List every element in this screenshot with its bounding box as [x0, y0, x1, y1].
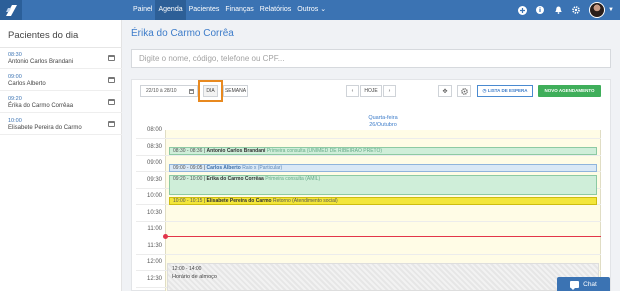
top-navbar: Painel Agenda Pacientes Finanças Relatór… [0, 0, 620, 20]
nav-financas[interactable]: Finanças [222, 0, 256, 20]
hour-label: 12:00 [146, 259, 162, 265]
lunch-time: 12:00 - 14:00 [172, 266, 202, 272]
day-view-highlight: DIA [198, 80, 223, 102]
new-appointment-button[interactable]: NOVO AGENDAMENTO [538, 85, 601, 97]
appointment-description: Primeira consulta (UNIMED DE RIBEIRÃO PR… [266, 148, 383, 154]
nav-relatorios[interactable]: Relatórios [257, 0, 295, 20]
patient-time: 09:00 [8, 74, 22, 80]
chevron-down-icon[interactable]: ▼ [608, 7, 614, 13]
move-icon: ✥ [442, 88, 448, 95]
list-item[interactable]: 10:00 Elisabete Pereira do Carmo [0, 114, 122, 135]
grid-line [136, 155, 601, 156]
week-view-button[interactable]: SEMANA [223, 85, 248, 97]
calendar-icon[interactable] [108, 99, 115, 105]
patient-search-input[interactable] [131, 49, 611, 68]
gear-icon [460, 87, 468, 95]
appointment-time: 10:00 - 10:15 [173, 198, 203, 204]
calendar-icon[interactable] [108, 77, 115, 83]
hour-label: 12:30 [146, 276, 162, 282]
lunch-label: Horário de almoço [172, 274, 217, 280]
hour-label: 11:30 [147, 243, 162, 249]
today-button[interactable]: HOJE [360, 85, 382, 97]
calendar-icon[interactable] [108, 55, 115, 61]
patient-time: 10:00 [8, 118, 22, 124]
nav-pacientes[interactable]: Pacientes [186, 0, 223, 20]
appointment[interactable]: 09:20 - 10:00 | Érika do Carmo Corrêaa P… [169, 175, 597, 195]
list-item[interactable]: 09:20 Érika do Carmo Corrêaa [0, 92, 122, 113]
calendar-icon[interactable] [108, 121, 115, 127]
appointment-patient: Antonio Carlos Brandani [206, 148, 266, 154]
nav-outros[interactable]: Outros ⌄ [294, 0, 329, 20]
patients-sidebar: Pacientes do dia 08:30 Antonio Carlos Br… [0, 20, 122, 291]
list-item[interactable]: 08:30 Antonio Carlos Brandani [0, 48, 122, 69]
chat-label: Chat [583, 280, 597, 288]
appointment-time: 08:30 - 08:36 [173, 148, 203, 154]
hour-label: 09:00 [146, 160, 162, 166]
date-label: 26/Outubro [369, 122, 397, 128]
settings-button[interactable] [457, 85, 471, 97]
appointment[interactable]: 10:00 - 10:15 | Elisabete Pereira do Car… [169, 197, 597, 205]
date-range-field[interactable]: 22/10 à 28/10 [140, 85, 198, 97]
app-logo[interactable] [0, 0, 22, 20]
bell-icon[interactable] [549, 0, 567, 20]
gear-icon[interactable] [567, 0, 585, 20]
appointment[interactable]: 09:00 - 09:05 | Carlos Alberto Raio x (P… [169, 164, 597, 172]
patient-name: Érika do Carmo Corrêaa [8, 103, 74, 109]
hour-label: 09:30 [146, 177, 162, 183]
hour-label: 10:30 [146, 210, 162, 216]
appointment-patient: Elisabete Pereira do Carmo [206, 198, 272, 204]
next-button[interactable]: › [383, 85, 396, 97]
prev-button[interactable]: ‹ [346, 85, 359, 97]
clock-icon: ◷ [482, 88, 487, 93]
patient-name: Elisabete Pereira do Carmo [8, 125, 82, 131]
waiting-list-button[interactable]: ◷ LISTA DE ESPERA [477, 85, 533, 97]
appointment-time: 09:00 - 09:05 [173, 165, 203, 171]
chat-bubble-icon [570, 280, 580, 290]
page-title: Érika do Carmo Corrêa [131, 28, 234, 39]
chevron-down-icon: ⌄ [320, 6, 327, 13]
add-circle-icon[interactable] [513, 0, 531, 20]
patient-time: 09:20 [8, 96, 22, 102]
appointment-description: Primeira consulta (AMIL) [265, 176, 321, 182]
nav-painel[interactable]: Painel [130, 0, 155, 20]
day-view-button[interactable]: DIA [203, 85, 218, 97]
appointment[interactable]: 08:30 - 08:36 | Antonio Carlos Brandani … [169, 147, 597, 155]
grid-line [136, 254, 601, 255]
date-range-value: 22/10 à 28/10 [146, 88, 177, 94]
appointment-description: Retorno (Atendimento social) [272, 198, 338, 204]
hour-label: 08:00 [146, 127, 162, 133]
sidebar-title: Pacientes do dia [8, 30, 79, 41]
main-nav: Painel Agenda Pacientes Finanças Relatór… [130, 0, 329, 20]
hour-label: 11:00 [147, 226, 162, 232]
list-item[interactable]: 09:00 Carlos Alberto [0, 70, 122, 91]
hour-label: 10:00 [146, 193, 162, 199]
weekday-label: Quarta-feira [368, 115, 398, 121]
current-time-line [165, 236, 601, 237]
move-button[interactable]: ✥ [438, 85, 452, 97]
chat-button[interactable]: Chat [557, 277, 610, 291]
nav-agenda[interactable]: Agenda [155, 0, 186, 20]
appointment-patient: Érika do Carmo Corrêaa [206, 176, 264, 182]
patient-name: Carlos Alberto [8, 81, 46, 87]
nav-outros-label: Outros [297, 6, 319, 13]
help-icon[interactable] [531, 0, 549, 20]
grid-line [136, 221, 601, 222]
grid-line [136, 138, 601, 139]
calendar-icon [189, 89, 194, 94]
patient-time: 08:30 [8, 52, 22, 58]
user-avatar[interactable] [589, 2, 606, 18]
appointment-patient: Carlos Alberto [206, 165, 241, 171]
lunch-block: 12:00 - 14:00 Horário de almoço [167, 263, 599, 291]
day-header: Quarta-feira 26/Outubro [165, 115, 601, 129]
nav-right: ▼ [513, 0, 620, 20]
patient-name: Antonio Carlos Brandani [8, 59, 74, 65]
hour-label: 08:30 [146, 144, 162, 150]
appointment-description: Raio x (Particular) [242, 165, 283, 171]
waiting-list-label: LISTA DE ESPERA [487, 88, 528, 93]
appointment-time: 09:20 - 10:00 [173, 176, 203, 182]
